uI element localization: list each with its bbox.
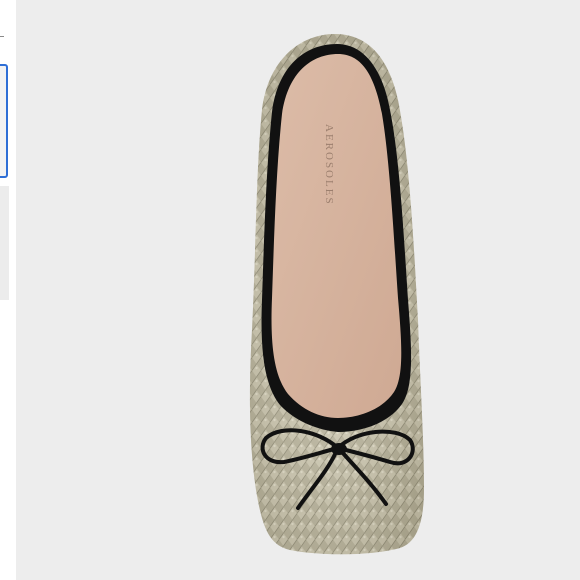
main-product-image[interactable]: AEROSOLES [16,0,580,580]
shoe-illustration: AEROSOLES [249,34,424,555]
thumbnail-selected[interactable] [0,64,8,178]
thumbnail-strip [0,0,11,580]
thumbnail-tick [0,36,4,37]
thumbnail-next[interactable] [0,186,9,300]
bow-knot [331,443,347,455]
brand-stamp: AEROSOLES [323,124,335,206]
